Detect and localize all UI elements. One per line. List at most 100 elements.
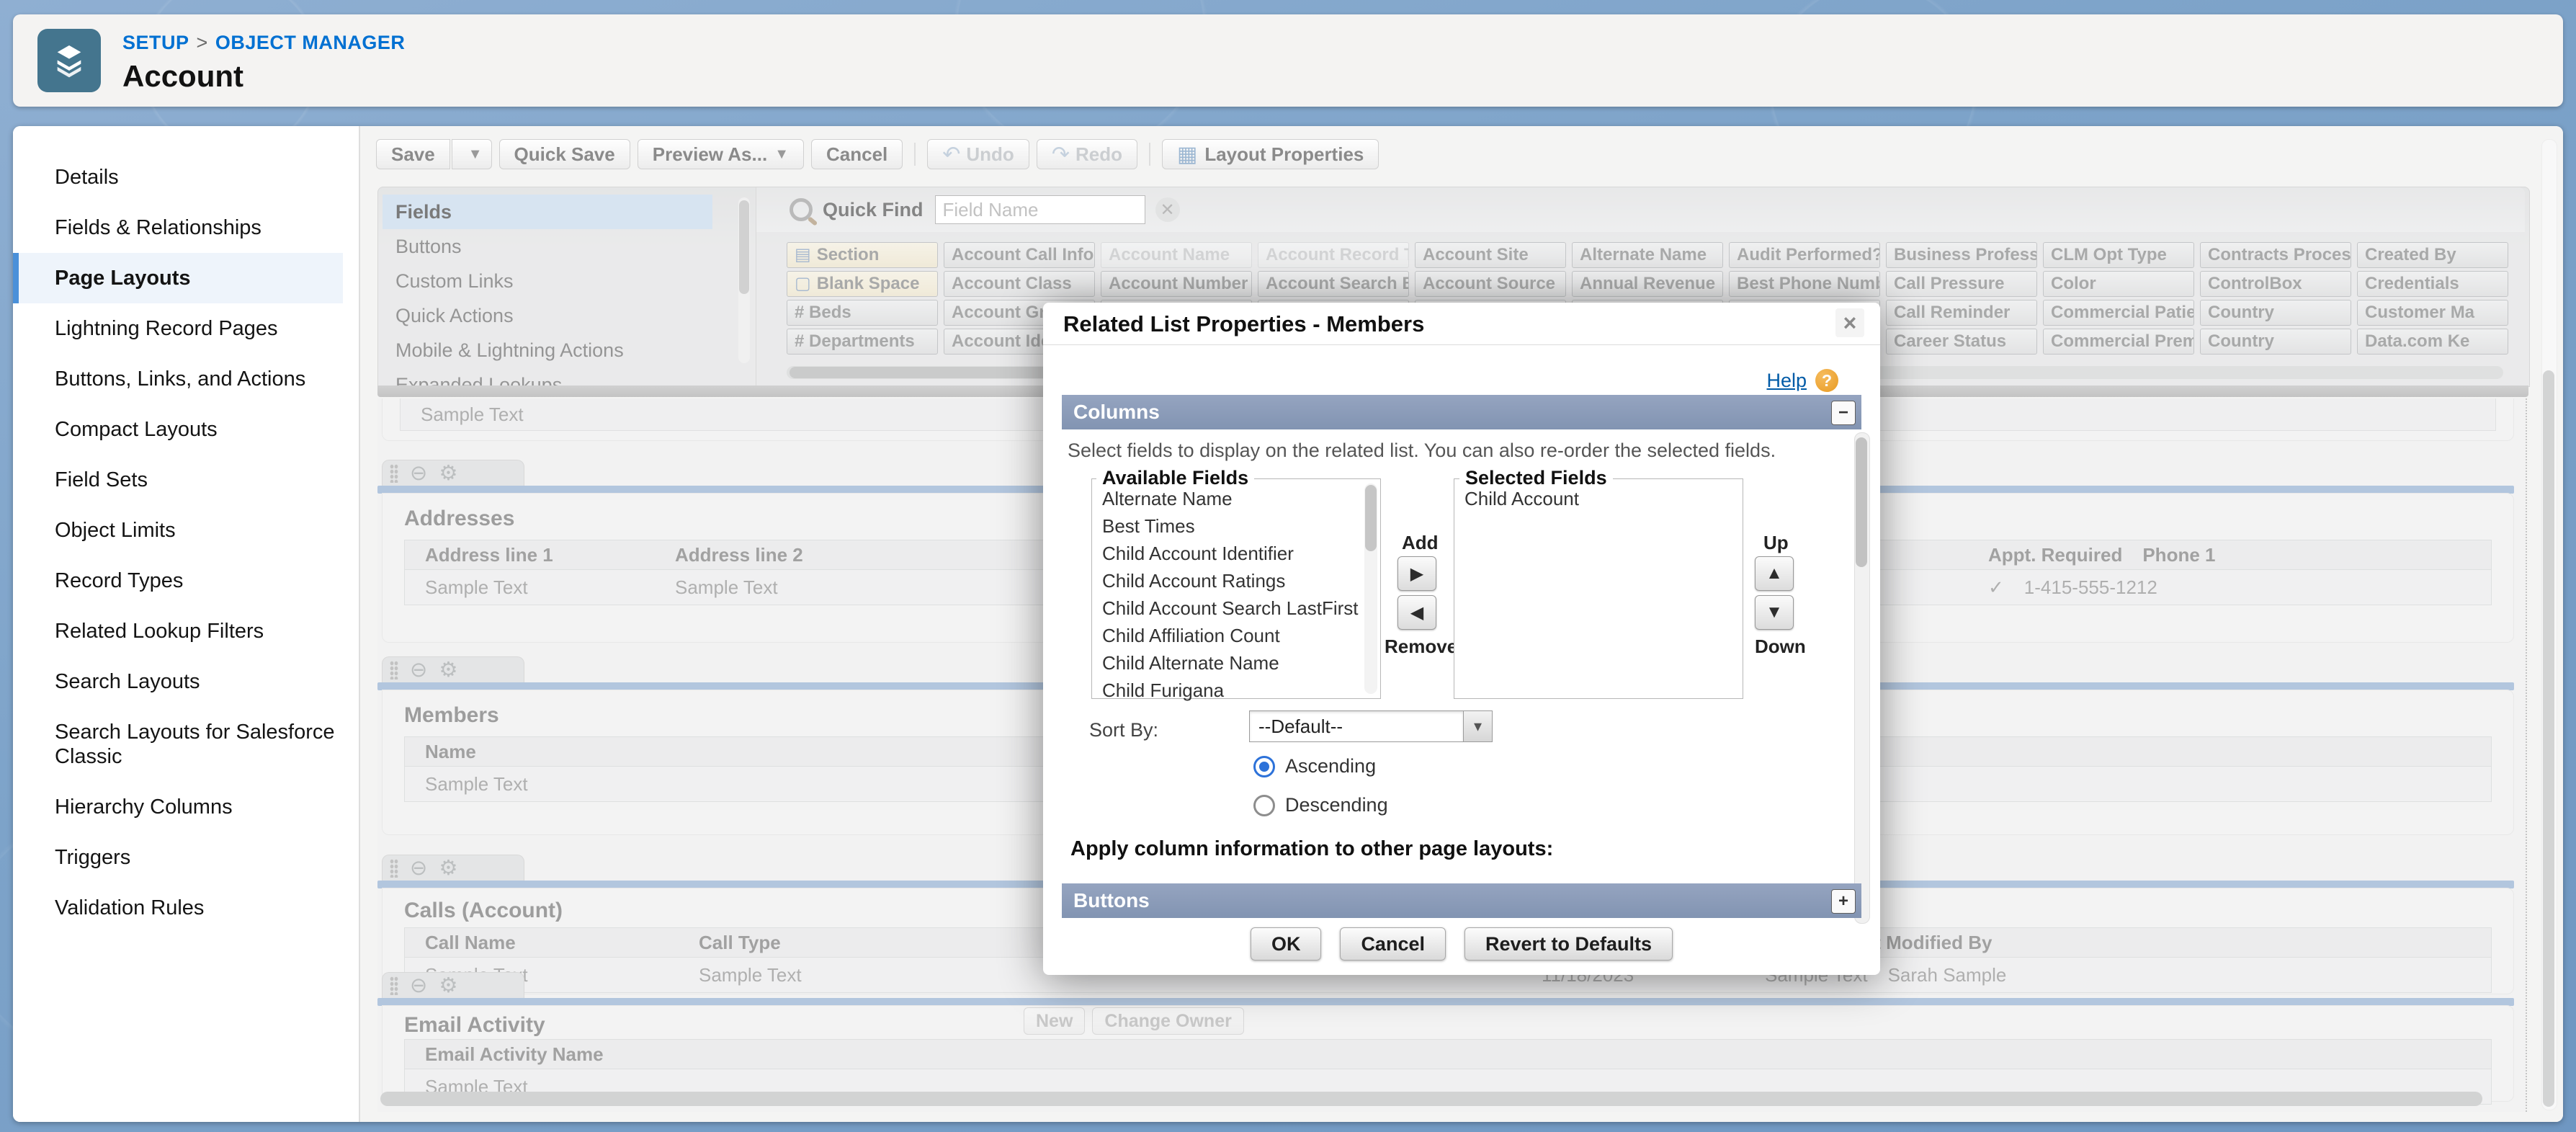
list-item[interactable]: Child Furigana (1092, 677, 1359, 704)
collapse-section-icon[interactable]: − (1831, 401, 1856, 425)
section-properties-wrench-icon[interactable]: ⚙ (439, 660, 457, 681)
buttons-section-header[interactable]: Buttons + (1062, 883, 1861, 918)
palette-category[interactable]: Custom Links (383, 264, 712, 298)
field-tile[interactable]: Account Search Bu... (1258, 271, 1409, 297)
field-tile[interactable]: Credentials (2357, 271, 2508, 297)
sidebar-item[interactable]: Record Types (13, 556, 343, 606)
field-tile[interactable]: Account Class (944, 271, 1095, 297)
field-tile[interactable]: # Departments (787, 329, 938, 355)
ok-button[interactable]: OK (1251, 927, 1322, 961)
sidebar-item[interactable]: Fields & Relationships (13, 202, 343, 253)
field-tile[interactable]: Commercial Premiu... (2043, 329, 2194, 355)
list-item[interactable]: Best Times (1092, 512, 1359, 540)
email-activity-section-handle[interactable]: ⊖ ⚙ (382, 972, 524, 999)
sidebar-item[interactable]: Compact Layouts (13, 404, 343, 455)
section-properties-wrench-icon[interactable]: ⚙ (439, 463, 457, 484)
palette-category[interactable]: Quick Actions (383, 298, 712, 333)
field-tile[interactable]: Section (787, 242, 938, 268)
sidebar-item[interactable]: Hierarchy Columns (13, 782, 343, 832)
drag-handle-icon[interactable] (390, 661, 398, 679)
preview-as-button[interactable]: Preview As...▼ (638, 139, 804, 169)
field-tile[interactable]: CLM Opt Type (2043, 242, 2194, 268)
field-tile[interactable]: Contracts Process (2200, 242, 2351, 268)
columns-section-header[interactable]: Columns − (1062, 395, 1861, 429)
cancel-button[interactable]: Cancel (811, 139, 903, 169)
field-tile[interactable]: Annual Revenue (1572, 271, 1723, 297)
remove-section-icon[interactable]: ⊖ (410, 858, 427, 879)
list-item[interactable]: Child Alternate Name (1092, 649, 1359, 677)
field-tile[interactable]: Career Status (1886, 329, 2037, 355)
field-tile[interactable]: Account Number (1101, 271, 1252, 297)
sidebar-item[interactable]: Triggers (13, 832, 343, 883)
remove-section-icon[interactable]: ⊖ (410, 660, 427, 681)
related-list-button[interactable]: New (1024, 1007, 1085, 1035)
listbox-scrollbar[interactable] (1364, 483, 1377, 694)
remove-section-icon[interactable]: ⊖ (410, 976, 427, 997)
field-tile[interactable]: Account Call Info (944, 242, 1095, 268)
ascending-radio[interactable]: Ascending (1253, 755, 1376, 777)
field-tile[interactable]: Country (2200, 300, 2351, 326)
categories-scrollbar[interactable] (738, 197, 750, 363)
close-icon[interactable]: × (1835, 308, 1864, 337)
sort-by-select[interactable]: --Default-- (1249, 710, 1464, 742)
field-tile[interactable]: Created By (2357, 242, 2508, 268)
sidebar-item[interactable]: Lightning Record Pages (13, 303, 343, 354)
sidebar-item[interactable]: Details (13, 152, 343, 202)
help-question-icon[interactable]: ? (1815, 369, 1838, 392)
section-properties-wrench-icon[interactable]: ⚙ (439, 858, 457, 879)
descending-radio[interactable]: Descending (1253, 794, 1388, 816)
field-tile[interactable]: ControlBox (2200, 271, 2351, 297)
layout-properties-button[interactable]: ▦Layout Properties (1162, 139, 1379, 169)
palette-category[interactable]: Buttons (383, 229, 712, 264)
save-dropdown-button[interactable]: ▼ (452, 139, 492, 169)
undo-button[interactable]: ↶Undo (927, 139, 1029, 169)
field-tile[interactable]: Commercial Patien... (2043, 300, 2194, 326)
list-item[interactable]: Child Affiliation Count (1092, 622, 1359, 649)
cancel-dialog-button[interactable]: Cancel (1340, 927, 1446, 961)
members-section-handle[interactable]: ⊖ ⚙ (382, 656, 524, 683)
save-button[interactable]: Save (376, 139, 450, 169)
remove-field-button[interactable]: ◀ (1397, 595, 1436, 630)
field-tile[interactable]: Account Source (1415, 271, 1566, 297)
field-tile[interactable]: Customer Ma (2357, 300, 2508, 326)
help-link[interactable]: Help (1766, 370, 1807, 392)
clear-search-icon[interactable]: ✕ (1155, 197, 1180, 222)
revert-to-defaults-button[interactable]: Revert to Defaults (1464, 927, 1673, 961)
field-tile[interactable]: Account Site (1415, 242, 1566, 268)
palette-category[interactable]: Fields (383, 195, 712, 229)
redo-button[interactable]: ↷Redo (1037, 139, 1137, 169)
field-tile[interactable]: Color (2043, 271, 2194, 297)
dialog-scrollbar[interactable] (1854, 432, 1870, 924)
drag-handle-icon[interactable] (390, 464, 398, 483)
palette-category[interactable]: Mobile & Lightning Actions (383, 333, 712, 367)
sidebar-item[interactable]: Page Layouts (13, 253, 343, 303)
list-item[interactable]: Child Account Ratings (1092, 567, 1359, 594)
breadcrumb-object-manager-link[interactable]: OBJECT MANAGER (215, 32, 406, 53)
expand-section-icon[interactable]: + (1831, 889, 1856, 914)
field-tile[interactable]: Call Reminder (1886, 300, 2037, 326)
field-tile[interactable]: Country (2200, 329, 2351, 355)
sidebar-item[interactable]: Related Lookup Filters (13, 606, 343, 656)
drag-handle-icon[interactable] (390, 859, 398, 878)
move-down-button[interactable]: ▼ (1755, 595, 1794, 630)
calls-section-handle[interactable]: ⊖ ⚙ (382, 855, 524, 881)
sidebar-item[interactable]: Validation Rules (13, 883, 343, 933)
field-tile[interactable]: Call Pressure (1886, 271, 2037, 297)
sidebar-item[interactable]: Field Sets (13, 455, 343, 505)
quick-save-button[interactable]: Quick Save (499, 139, 630, 169)
field-tile[interactable]: Business Professi... (1886, 242, 2037, 268)
field-tile[interactable]: Data.com Ke (2357, 329, 2508, 355)
select-dropdown-icon[interactable]: ▾ (1464, 710, 1493, 742)
remove-section-icon[interactable]: ⊖ (410, 463, 427, 484)
field-tile[interactable]: Audit Performed? (1729, 242, 1880, 268)
sidebar-item[interactable]: Search Layouts (13, 656, 343, 707)
related-list-button[interactable]: Change Owner (1092, 1007, 1243, 1035)
editor-vertical-scrollbar[interactable] (2541, 139, 2557, 1110)
sidebar-item[interactable]: Search Layouts for Salesforce Classic (13, 707, 343, 782)
available-fields-listbox[interactable]: Alternate NameBest TimesChild Account Id… (1091, 478, 1381, 699)
drag-handle-icon[interactable] (390, 976, 398, 995)
breadcrumb-setup-link[interactable]: SETUP (122, 32, 189, 53)
field-tile[interactable]: Best Phone Number (1729, 271, 1880, 297)
addresses-section-handle[interactable]: ⊖ ⚙ (382, 460, 524, 486)
quick-find-input[interactable] (935, 195, 1145, 224)
